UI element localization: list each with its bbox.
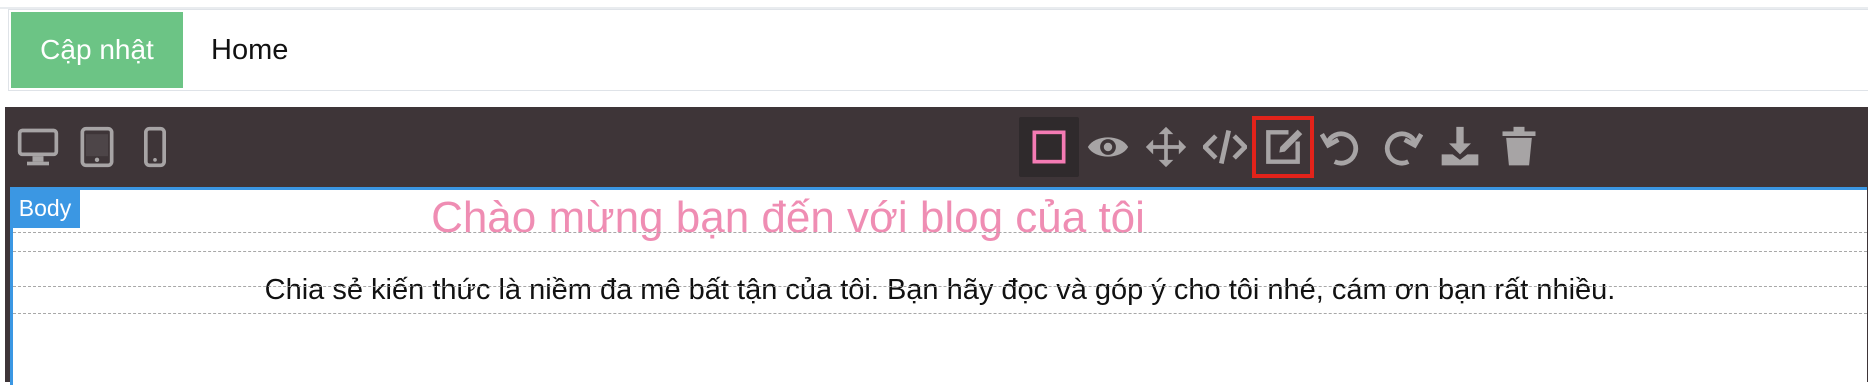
mobile-view-button[interactable] (125, 117, 185, 177)
update-button[interactable]: Cập nhật (11, 12, 183, 88)
undo-icon (1320, 131, 1359, 166)
section-divider (13, 232, 1867, 233)
page-builder: Body Chào mừng bạn đến với blog của tôi … (5, 107, 1868, 385)
code-view-button[interactable] (1195, 117, 1255, 177)
mobile-icon (144, 126, 166, 168)
move-button[interactable] (1136, 117, 1196, 177)
page-title-input[interactable] (195, 22, 1868, 78)
download-icon (1441, 126, 1479, 166)
section-divider (13, 313, 1867, 314)
code-icon (1203, 129, 1247, 165)
download-button[interactable] (1430, 117, 1490, 177)
trash-icon (1502, 126, 1536, 166)
component-outline-button[interactable] (1019, 117, 1079, 177)
edit-button[interactable] (1252, 116, 1314, 178)
page-header: Cập nhật (0, 0, 1868, 92)
undo-button[interactable] (1312, 117, 1372, 177)
desktop-view-button[interactable] (8, 117, 68, 177)
tablet-view-button[interactable] (67, 117, 127, 177)
desktop-icon (17, 128, 59, 166)
title-bar: Cập nhật (8, 9, 1868, 91)
editor-toolbar (5, 107, 1868, 187)
move-icon (1145, 126, 1187, 168)
tablet-icon (80, 126, 114, 168)
preview-button[interactable] (1078, 117, 1138, 177)
delete-button[interactable] (1489, 117, 1549, 177)
redo-button[interactable] (1371, 117, 1431, 177)
section-divider (13, 286, 1867, 287)
preview-icon (1087, 137, 1129, 157)
canvas-paragraph[interactable]: Chia sẻ kiến thức là niềm đa mê bất tận … (13, 270, 1867, 310)
section-divider (13, 251, 1867, 252)
redo-icon (1384, 131, 1423, 166)
editor-canvas[interactable]: Body Chào mừng bạn đến với blog của tôi … (10, 187, 1867, 385)
edit-icon (1266, 129, 1303, 164)
component-outline-icon (1032, 130, 1066, 164)
canvas-heading[interactable]: Chào mừng bạn đến với blog của tôi (13, 192, 1563, 244)
